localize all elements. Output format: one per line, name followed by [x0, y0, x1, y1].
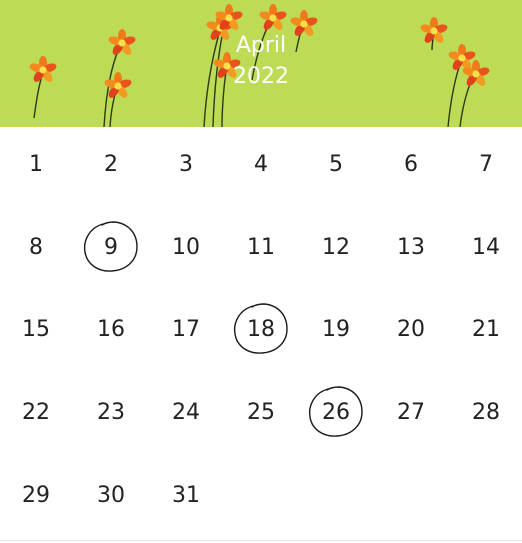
day-cell[interactable]: 18: [231, 309, 291, 349]
day-cell[interactable]: 6: [381, 144, 441, 184]
divider: [0, 540, 522, 541]
day-cell[interactable]: 28: [456, 392, 516, 432]
calendar-widget: April 2022 1 2 3 4 5 6 7 8 9 10 11 12 13 14 15 16 17 18 19…: [0, 0, 522, 543]
day-cell[interactable]: 20: [381, 309, 441, 349]
day-cell[interactable]: 7: [456, 144, 516, 184]
day-cell[interactable]: 22: [6, 392, 66, 432]
day-cell[interactable]: 30: [81, 475, 141, 515]
day-cell[interactable]: 16: [81, 309, 141, 349]
month-label: April: [235, 33, 287, 58]
day-cell[interactable]: 5: [306, 144, 366, 184]
day-cell[interactable]: 9: [81, 227, 141, 267]
month-year-title: April 2022: [0, 30, 522, 92]
day-cell[interactable]: 2: [81, 144, 141, 184]
day-cell[interactable]: 26: [306, 392, 366, 432]
day-cell[interactable]: 19: [306, 309, 366, 349]
day-cell[interactable]: 14: [456, 227, 516, 267]
day-cell[interactable]: 29: [6, 475, 66, 515]
day-cell[interactable]: 13: [381, 227, 441, 267]
day-cell[interactable]: 31: [156, 475, 216, 515]
day-cell[interactable]: 15: [6, 309, 66, 349]
year-label: 2022: [233, 64, 289, 89]
day-cell[interactable]: 11: [231, 227, 291, 267]
day-cell[interactable]: 25: [231, 392, 291, 432]
day-cell[interactable]: 3: [156, 144, 216, 184]
day-cell[interactable]: 4: [231, 144, 291, 184]
day-cell[interactable]: 12: [306, 227, 366, 267]
day-cell[interactable]: 24: [156, 392, 216, 432]
day-cell[interactable]: 8: [6, 227, 66, 267]
day-cell[interactable]: 10: [156, 227, 216, 267]
day-cell[interactable]: 23: [81, 392, 141, 432]
day-cell[interactable]: 27: [381, 392, 441, 432]
calendar-header: April 2022: [0, 0, 522, 127]
day-cell[interactable]: 1: [6, 144, 66, 184]
day-cell[interactable]: 21: [456, 309, 516, 349]
day-cell[interactable]: 17: [156, 309, 216, 349]
